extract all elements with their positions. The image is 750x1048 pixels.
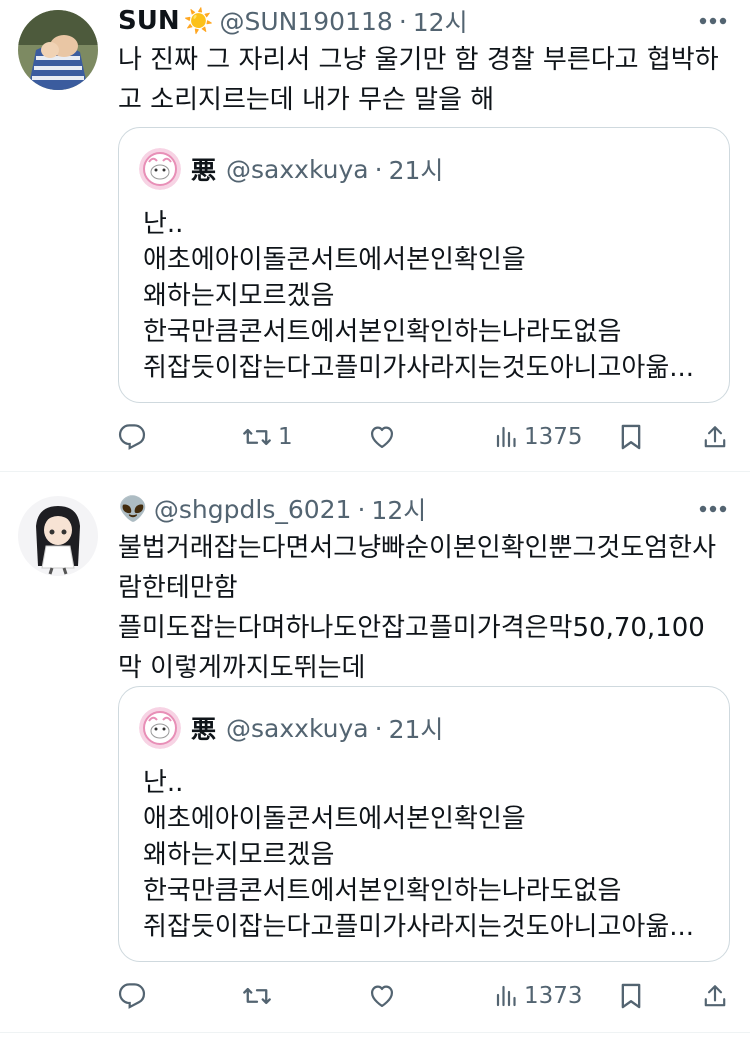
tweet-1[interactable]: SUN ☀️ @SUN190118 · 12시 나 진짜 그 자리서 그냥 울기… [0, 0, 750, 470]
quoted-timestamp: 21시 [388, 715, 444, 744]
tweet-divider [0, 1032, 750, 1033]
tweet-2[interactable]: 👽 @shgpdls_6021 · 12시 불법거래잡는다면서그냥빠순이본인확인… [0, 472, 750, 1032]
retweet-count: 1 [278, 424, 293, 450]
analytics-icon [496, 985, 516, 1007]
quoted-tweet-text: 난.. 애초에아이돌콘서트에서본인확인을 왜하는지모르겠음 한국만큼콘서트에서본… [143, 765, 694, 945]
quoted-text-line: 쥐잡듯이잡는다고플미가사라지는것도아니고아욺... [143, 912, 695, 942]
separator-dot: · [398, 6, 407, 36]
more-options-icon[interactable] [696, 492, 730, 526]
quoted-tweet[interactable]: 悪 @saxxkuya · 21시 난.. 애초에아이돌콘서트에서본인확인을 왜… [118, 686, 730, 962]
action-bar: 1373 [118, 979, 732, 1013]
avatar[interactable] [18, 496, 98, 576]
reply-icon [118, 983, 146, 1009]
quoted-tweet-text: 난.. 애초에아이돌콘서트에서본인확인을 왜하는지모르겠음 한국만큼콘서트에서본… [143, 206, 694, 386]
tweet-text: 불법거래잡는다면서그냥빠순이본인확인뿐그것도엄한사 람한테만함 플미도잡는다며하… [118, 528, 728, 688]
reply-icon [118, 424, 146, 450]
tweet-header: 👽 @shgpdls_6021 · 12시 [118, 492, 426, 526]
timestamp[interactable]: 12시 [371, 491, 426, 527]
tweet-text-line: 나 진짜 그 자리서 그냥 울기만 함 경찰 부른다고 협박하 [118, 45, 719, 75]
share-button[interactable] [702, 979, 728, 1013]
share-icon [704, 985, 726, 1007]
heart-icon [370, 426, 394, 449]
sun-emoji-icon: ☀️ [183, 7, 214, 35]
quoted-author-handle: @saxxkuya [226, 154, 369, 184]
quoted-author-handle: @saxxkuya [226, 713, 369, 743]
quoted-tweet-header: 悪 @saxxkuya · 21시 [139, 148, 443, 190]
analytics-icon [496, 426, 516, 448]
bookmark-icon [621, 424, 641, 450]
retweet-icon [243, 987, 271, 1005]
quoted-text-line: 애초에아이돌콘서트에서본인확인을 [143, 804, 526, 834]
tweet-text-line: 불법거래잡는다면서그냥빠순이본인확인뿐그것도엄한사 [118, 533, 717, 563]
retweet-icon [243, 428, 271, 446]
avatar[interactable] [18, 10, 98, 90]
quoted-text-line: 왜하는지모르겠음 [143, 281, 335, 311]
views-button[interactable]: 1373 [494, 979, 583, 1013]
quoted-timestamp: 21시 [388, 156, 444, 185]
like-button[interactable] [368, 420, 402, 454]
views-button[interactable]: 1375 [494, 420, 583, 454]
quoted-avatar [139, 148, 181, 190]
quoted-tweet[interactable]: 悪 @saxxkuya · 21시 난.. 애초에아이돌콘서트에서본인확인을 왜… [118, 127, 730, 403]
tweet-text: 나 진짜 그 자리서 그냥 울기만 함 경찰 부른다고 협박하 고 소리지르는데… [118, 40, 728, 120]
quoted-text-line: 애초에아이돌콘서트에서본인확인을 [143, 245, 526, 275]
timestamp[interactable]: 12시 [413, 3, 468, 39]
alien-emoji-icon: 👽 [118, 495, 148, 523]
tweet-text-line: 플미도잡는다며하나도안잡고플미가격은막50,70,100 [118, 613, 705, 643]
share-button[interactable] [702, 420, 728, 454]
tweet-text-line: 고 소리지르는데 내가 무슨 말을 해 [118, 85, 495, 115]
author-handle[interactable]: @shgpdls_6021 [154, 495, 352, 524]
quoted-tweet-header: 悪 @saxxkuya · 21시 [139, 707, 443, 749]
quoted-text-line: 난.. [143, 768, 184, 798]
quoted-text-line: 난.. [143, 209, 184, 239]
bookmark-button[interactable] [618, 420, 644, 454]
quoted-text-line: 쥐잡듯이잡는다고플미가사라지는것도아니고아욺... [143, 353, 695, 383]
action-bar: 1 1375 [118, 420, 732, 454]
bookmark-icon [621, 983, 641, 1009]
tweet-header: SUN ☀️ @SUN190118 · 12시 [118, 4, 468, 38]
heart-icon [370, 985, 394, 1008]
tweet-text-line: 막 이렇게까지도뛰는데 [118, 653, 366, 683]
author-name[interactable]: SUN [118, 6, 180, 36]
quoted-text-line: 한국만큼콘서트에서본인확인하는나라도없음 [143, 317, 622, 347]
retweet-button[interactable] [242, 979, 278, 1013]
quoted-author-name: 悪 [191, 156, 217, 185]
view-count: 1375 [524, 424, 583, 450]
tweet-text-line: 람한테만함 [118, 573, 238, 603]
separator-dot: · [374, 713, 383, 743]
like-button[interactable] [368, 979, 402, 1013]
retweet-button[interactable]: 1 [242, 420, 293, 454]
bookmark-button[interactable] [618, 979, 644, 1013]
author-handle[interactable]: @SUN190118 [220, 7, 393, 36]
reply-button[interactable] [118, 979, 152, 1013]
separator-dot: · [374, 154, 383, 184]
quoted-text-line: 왜하는지모르겠음 [143, 840, 335, 870]
share-icon [704, 426, 726, 448]
view-count: 1373 [524, 983, 583, 1009]
more-options-icon[interactable] [696, 4, 730, 38]
quoted-author-name: 悪 [191, 715, 217, 744]
quoted-text-line: 한국만큼콘서트에서본인확인하는나라도없음 [143, 876, 622, 906]
reply-button[interactable] [118, 420, 152, 454]
separator-dot: · [357, 494, 366, 524]
quoted-avatar [139, 707, 181, 749]
